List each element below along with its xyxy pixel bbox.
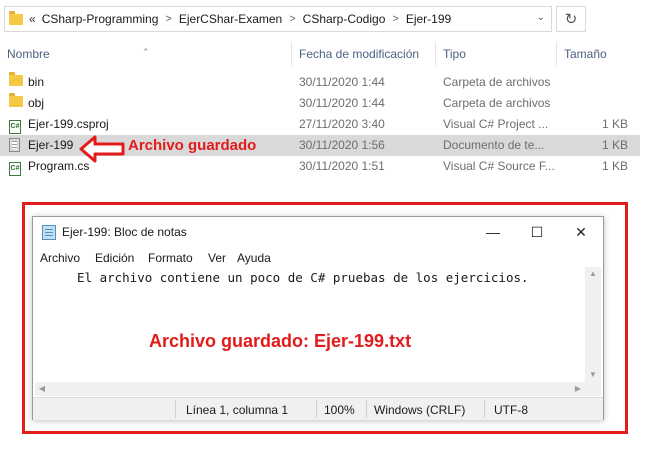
- status-line-ending: Windows (CRLF): [374, 403, 466, 417]
- status-zoom: 100%: [324, 403, 355, 417]
- scroll-right-icon[interactable]: ▶: [571, 382, 585, 396]
- file-row-bin[interactable]: bin 30/11/2020 1:44 Carpeta de archivos: [0, 72, 640, 93]
- editor-text: El archivo contiene un poco de C# prueba…: [77, 270, 529, 285]
- file-type: Carpeta de archivos: [443, 75, 551, 89]
- minimize-icon: —: [486, 224, 500, 240]
- file-type: Documento de te...: [443, 138, 545, 152]
- chevron-right-icon[interactable]: >: [289, 13, 295, 25]
- menu-ayuda[interactable]: Ayuda: [237, 251, 271, 265]
- file-date: 30/11/2020 1:56: [299, 138, 385, 152]
- file-date: 30/11/2020 1:44: [299, 75, 385, 89]
- file-size: 1 KB: [601, 138, 628, 152]
- refresh-button[interactable]: ↻: [556, 6, 586, 32]
- column-divider[interactable]: [291, 42, 292, 66]
- scroll-up-icon[interactable]: ▲: [585, 267, 601, 281]
- breadcrumb-item[interactable]: CSharp-Codigo: [303, 12, 386, 26]
- sort-ascending-icon: ⌃: [142, 47, 150, 57]
- chevron-right-icon[interactable]: >: [165, 13, 171, 25]
- chevron-right-icon[interactable]: >: [392, 13, 398, 25]
- status-divider: [316, 400, 317, 418]
- annotation-arrow-icon: [79, 135, 125, 163]
- annotation-label: Archivo guardado: [128, 137, 257, 154]
- menu-archivo[interactable]: Archivo: [40, 251, 80, 265]
- file-name: Ejer-199.csproj: [28, 117, 109, 131]
- notepad-icon: [42, 225, 56, 240]
- notepad-window: Ejer-199: Bloc de notas — ☐ ✕ Archivo Ed…: [32, 216, 604, 420]
- window-title: Ejer-199: Bloc de notas: [62, 225, 187, 239]
- status-position: Línea 1, columna 1: [186, 403, 289, 417]
- file-row-csproj[interactable]: C# Ejer-199.csproj 27/11/2020 3:40 Visua…: [0, 114, 640, 135]
- breadcrumb-item[interactable]: Ejer-199: [406, 12, 451, 26]
- horizontal-scrollbar[interactable]: ◀ ▶: [35, 382, 585, 396]
- vertical-scrollbar[interactable]: ▲ ▼: [585, 267, 601, 382]
- status-divider: [366, 400, 367, 418]
- address-bar-area: « CSharp-Programming > EjerCShar-Examen …: [0, 4, 588, 34]
- file-size: 1 KB: [601, 159, 628, 173]
- file-date: 30/11/2020 1:51: [299, 159, 385, 173]
- file-date: 30/11/2020 1:44: [299, 96, 385, 110]
- scroll-down-icon[interactable]: ▼: [585, 368, 601, 382]
- status-encoding: UTF-8: [494, 403, 528, 417]
- breadcrumb-item[interactable]: EjerCShar-Examen: [179, 12, 282, 26]
- column-divider[interactable]: [556, 42, 557, 66]
- text-file-icon: [9, 138, 20, 152]
- refresh-icon: ↻: [564, 11, 578, 28]
- file-size: 1 KB: [601, 117, 628, 131]
- annotation-overlay: Archivo guardado: Ejer-199.txt: [149, 331, 412, 351]
- column-name[interactable]: Nombre: [7, 47, 50, 61]
- scrollbar-corner: [585, 382, 601, 396]
- close-button[interactable]: ✕: [559, 221, 603, 243]
- column-type[interactable]: Tipo: [443, 47, 466, 61]
- file-type: Visual C# Project ...: [443, 117, 549, 131]
- maximize-icon: ☐: [530, 223, 544, 240]
- file-name: bin: [28, 75, 45, 89]
- text-editor[interactable]: El archivo contiene un poco de C# prueba…: [35, 267, 585, 382]
- file-name: Ejer-199: [28, 138, 74, 152]
- status-bar: Línea 1, columna 1 100% Windows (CRLF) U…: [33, 397, 603, 420]
- status-divider: [484, 400, 485, 418]
- file-row-obj[interactable]: obj 30/11/2020 1:44 Carpeta de archivos: [0, 93, 640, 114]
- column-divider[interactable]: [435, 42, 436, 66]
- menu-formato[interactable]: Formato: [148, 251, 193, 265]
- status-divider: [175, 400, 176, 418]
- csproj-icon: C#: [9, 120, 21, 134]
- address-bar[interactable]: « CSharp-Programming > EjerCShar-Examen …: [4, 6, 552, 32]
- chevron-down-icon[interactable]: ⌄: [537, 12, 545, 23]
- column-headers: ⌃ Nombre Fecha de modificación Tipo Tama…: [0, 42, 654, 66]
- file-date: 27/11/2020 3:40: [299, 117, 385, 131]
- menu-ver[interactable]: Ver: [208, 251, 226, 265]
- folder-icon: [9, 93, 23, 107]
- close-icon: ✕: [575, 223, 587, 240]
- column-size[interactable]: Tamaño: [564, 47, 607, 61]
- minimize-button[interactable]: —: [471, 221, 515, 243]
- breadcrumb-item[interactable]: CSharp-Programming: [42, 12, 159, 26]
- column-date[interactable]: Fecha de modificación: [299, 47, 419, 61]
- folder-icon: [9, 72, 23, 86]
- maximize-button[interactable]: ☐: [515, 221, 559, 243]
- file-type: Visual C# Source F...: [443, 159, 555, 173]
- menu-edicion[interactable]: Edición: [95, 251, 134, 265]
- breadcrumb-overflow[interactable]: «: [29, 12, 36, 26]
- file-type: Carpeta de archivos: [443, 96, 551, 110]
- folder-icon: [9, 10, 23, 25]
- cs-file-icon: C#: [9, 162, 21, 176]
- file-name: obj: [28, 96, 45, 110]
- scroll-left-icon[interactable]: ◀: [35, 382, 49, 396]
- title-bar[interactable]: Ejer-199: Bloc de notas — ☐ ✕: [33, 217, 603, 247]
